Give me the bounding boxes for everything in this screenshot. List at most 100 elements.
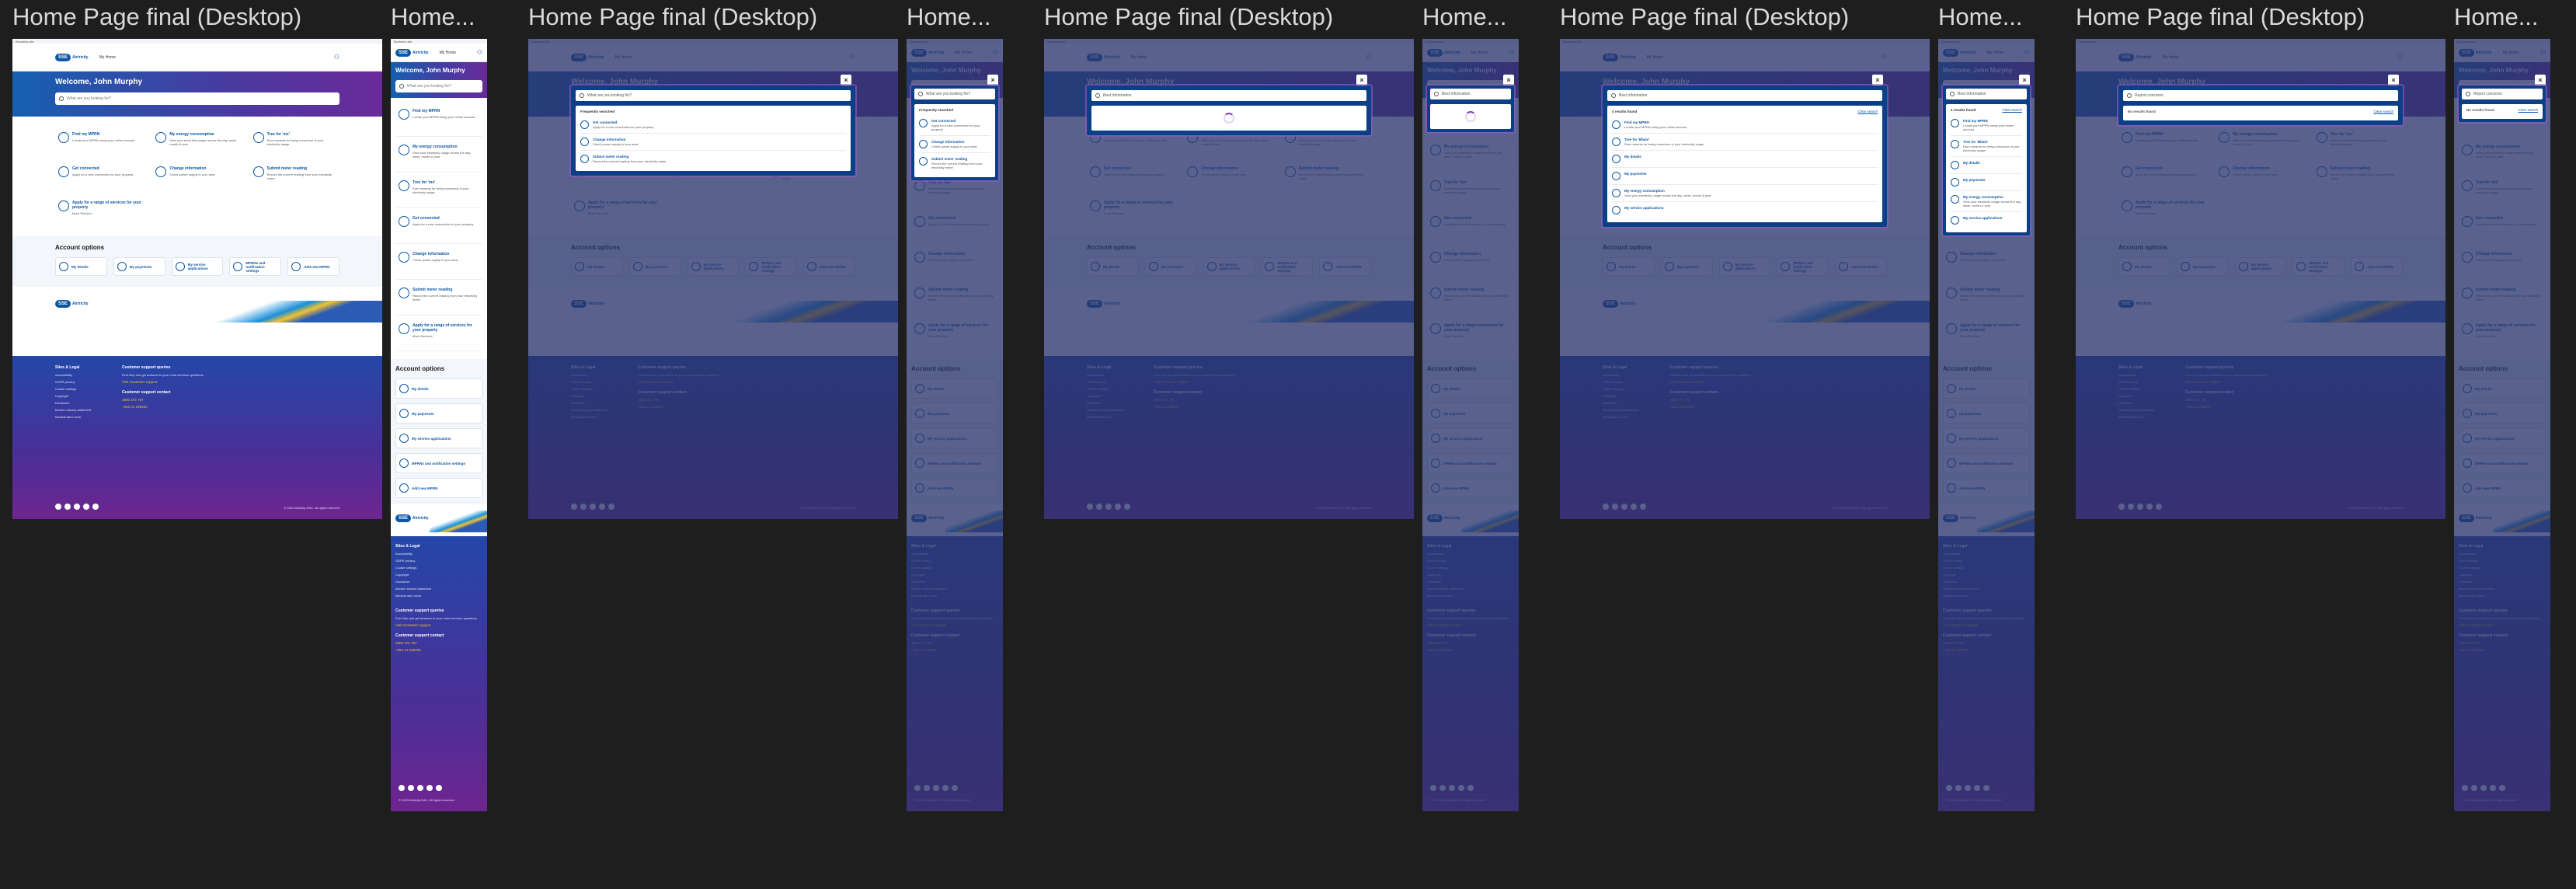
clear-search-link[interactable]: Clear search — [1857, 110, 1878, 113]
search-result[interactable]: Tree for 'Bbaiv' Earn rewards for being c… — [1951, 136, 2022, 157]
service-card[interactable]: Find my MPRNLocate your MPRN using your … — [395, 106, 482, 137]
close-icon[interactable]: × — [1503, 75, 1514, 85]
close-icon[interactable]: × — [987, 75, 998, 85]
service-card[interactable]: Submit meter reading Record the current r… — [250, 163, 339, 190]
account-option[interactable]: MPRNs and notification settings — [229, 257, 282, 276]
footer-phone-2[interactable]: +353 21 238200 — [122, 405, 204, 409]
search-result[interactable]: Change information Check power supply in … — [580, 134, 846, 151]
close-icon[interactable]: × — [2388, 75, 2399, 85]
facebook-icon[interactable] — [55, 504, 61, 510]
account-option[interactable]: My service applications — [395, 428, 482, 448]
search-result[interactable]: My service applications — [1612, 202, 1878, 218]
youtube-icon[interactable] — [436, 785, 442, 791]
footer-support-link[interactable]: Visit Customer support — [122, 380, 204, 384]
search-result[interactable]: Change information Check power supply in … — [919, 136, 990, 153]
footer-link[interactable]: Cookie settings — [55, 387, 91, 391]
modal-search-input[interactable]: What are you looking for? — [576, 90, 851, 101]
search-input[interactable]: What are you looking for? — [395, 80, 482, 92]
service-card[interactable]: Change information Check power supply in … — [395, 249, 482, 280]
search-result[interactable]: My service applications — [1951, 212, 2022, 228]
twitter-icon[interactable] — [64, 504, 71, 510]
account-option[interactable]: My details — [55, 257, 107, 276]
service-card[interactable]: Tree for 'me'Earn rewards for being cons… — [395, 177, 482, 208]
close-icon[interactable]: × — [2019, 75, 2030, 85]
modal-search-input[interactable]: Best Information — [1946, 89, 2027, 99]
search-result[interactable]: My energy consumption View your electrici… — [1612, 185, 1878, 202]
footer-link[interactable]: Copyright — [55, 394, 91, 398]
footer-support-link[interactable]: Visit Customer support — [395, 623, 482, 627]
account-option[interactable]: My details — [395, 378, 482, 399]
footer-link[interactable]: GDPR privacy — [55, 380, 91, 384]
footer-logo[interactable]: SSEAirtricity — [55, 300, 89, 308]
close-icon[interactable]: × — [841, 75, 851, 85]
footer-link[interactable]: GDPR privacy — [395, 559, 482, 563]
brand-logo[interactable]: SSEAirtricity — [395, 48, 429, 57]
footer-phone-2[interactable]: +353 21 238200 — [395, 648, 482, 652]
service-card[interactable]: Get connectedApply for a new connection … — [55, 163, 144, 190]
search-result[interactable]: My details — [1951, 157, 2022, 174]
footer-link[interactable]: Accessibility — [55, 373, 91, 377]
account-option[interactable]: Add new MPRN — [395, 478, 482, 498]
search-input[interactable]: What are you looking for? — [55, 92, 339, 105]
youtube-icon[interactable] — [92, 504, 99, 510]
close-icon[interactable]: × — [2535, 75, 2546, 85]
footer-link[interactable]: Medical alert cover — [395, 594, 482, 598]
nav-my-home[interactable]: My Home — [440, 51, 456, 55]
search-result[interactable]: Get connected Apply for a new connection … — [580, 117, 846, 134]
footer-link[interactable]: Modern slavery statement — [395, 587, 482, 591]
search-result[interactable]: Find my MPRN Locate your MPRN using your … — [1951, 115, 2022, 136]
modal-search-input[interactable]: Best Information — [1091, 90, 1366, 101]
search-result[interactable]: Find my MPRN Locate your MPRN using your … — [1612, 117, 1878, 134]
service-card[interactable]: My energy consumptionView your electrici… — [395, 141, 482, 173]
account-option[interactable]: Add new MPRN — [287, 257, 339, 276]
footer-link[interactable]: Disclaimer — [55, 401, 91, 405]
service-card[interactable]: Apply for a range of services for your p… — [55, 197, 144, 224]
clear-search-link[interactable]: Clear search — [2373, 110, 2393, 113]
account-option[interactable]: My payments — [113, 257, 165, 276]
footer-link[interactable]: Disclaimer — [395, 580, 482, 584]
user-icon[interactable]: ⚇ — [334, 54, 339, 61]
brand-logo[interactable]: SSEAirtricity — [55, 53, 89, 61]
footer-link[interactable]: Medical alert cover — [55, 415, 91, 419]
twitter-icon[interactable] — [408, 785, 414, 791]
service-card[interactable]: Apply for a range of services for your p… — [395, 320, 482, 351]
service-card[interactable]: Get connectedApply for a new connection … — [395, 213, 482, 244]
service-card[interactable]: Change information Check power supply in … — [152, 163, 242, 190]
clear-search-link[interactable]: Clear search — [2518, 108, 2538, 112]
modal-search-input[interactable]: Report concerns — [2123, 90, 2398, 101]
user-icon[interactable]: ⚇ — [477, 49, 482, 56]
util-bar-text[interactable]: Business site — [394, 40, 413, 44]
search-result[interactable]: Submit meter reading Record the current r… — [580, 151, 846, 167]
search-result[interactable]: My payments — [1951, 174, 2022, 191]
footer-phone-1[interactable]: 1800 372 757 — [395, 641, 482, 645]
instagram-icon[interactable] — [83, 504, 89, 510]
modal-search-input[interactable]: Report concerns — [2462, 89, 2543, 99]
footer-logo[interactable]: SSEAirtricity — [395, 514, 429, 522]
search-result[interactable]: Tree for 'Bbaiv' Earn rewards for being c… — [1612, 134, 1878, 151]
util-bar-text[interactable]: Business site — [16, 40, 34, 44]
service-card[interactable]: My energy consumptionView your electrici… — [152, 129, 242, 155]
close-icon[interactable]: × — [1356, 75, 1367, 85]
search-result[interactable]: My energy consumption View your electrici… — [1951, 191, 2022, 212]
footer-link[interactable]: Modern slavery statement — [55, 408, 91, 412]
account-option[interactable]: My payments — [395, 403, 482, 424]
linkedin-icon[interactable] — [74, 504, 80, 510]
modal-search-input[interactable]: What are you looking for? — [914, 89, 995, 99]
modal-search-input[interactable]: Best Information — [1607, 90, 1882, 101]
service-card[interactable]: Tree for 'me'Earn rewards for being cons… — [250, 129, 339, 155]
modal-search-input[interactable]: Best Information — [1430, 89, 1511, 99]
search-result[interactable]: My details — [1612, 151, 1878, 168]
service-card[interactable]: Find my MPRNLocate your MPRN using your … — [55, 129, 144, 155]
close-icon[interactable]: × — [1872, 75, 1883, 85]
account-option[interactable]: My service applications — [171, 257, 224, 276]
search-result[interactable]: Get connected Apply for a new connection … — [919, 115, 990, 136]
footer-link[interactable]: Accessibility — [395, 552, 482, 556]
facebook-icon[interactable] — [399, 785, 405, 791]
linkedin-icon[interactable] — [417, 785, 423, 791]
search-result[interactable]: My payments — [1612, 168, 1878, 185]
footer-phone-1[interactable]: 1800 372 757 — [122, 398, 204, 402]
clear-search-link[interactable]: Clear search — [2002, 108, 2022, 112]
nav-my-home[interactable]: My Home — [99, 55, 116, 60]
service-card[interactable]: Submit meter reading Record the current r… — [395, 284, 482, 316]
account-option[interactable]: MPRNs and notification settings — [395, 453, 482, 473]
